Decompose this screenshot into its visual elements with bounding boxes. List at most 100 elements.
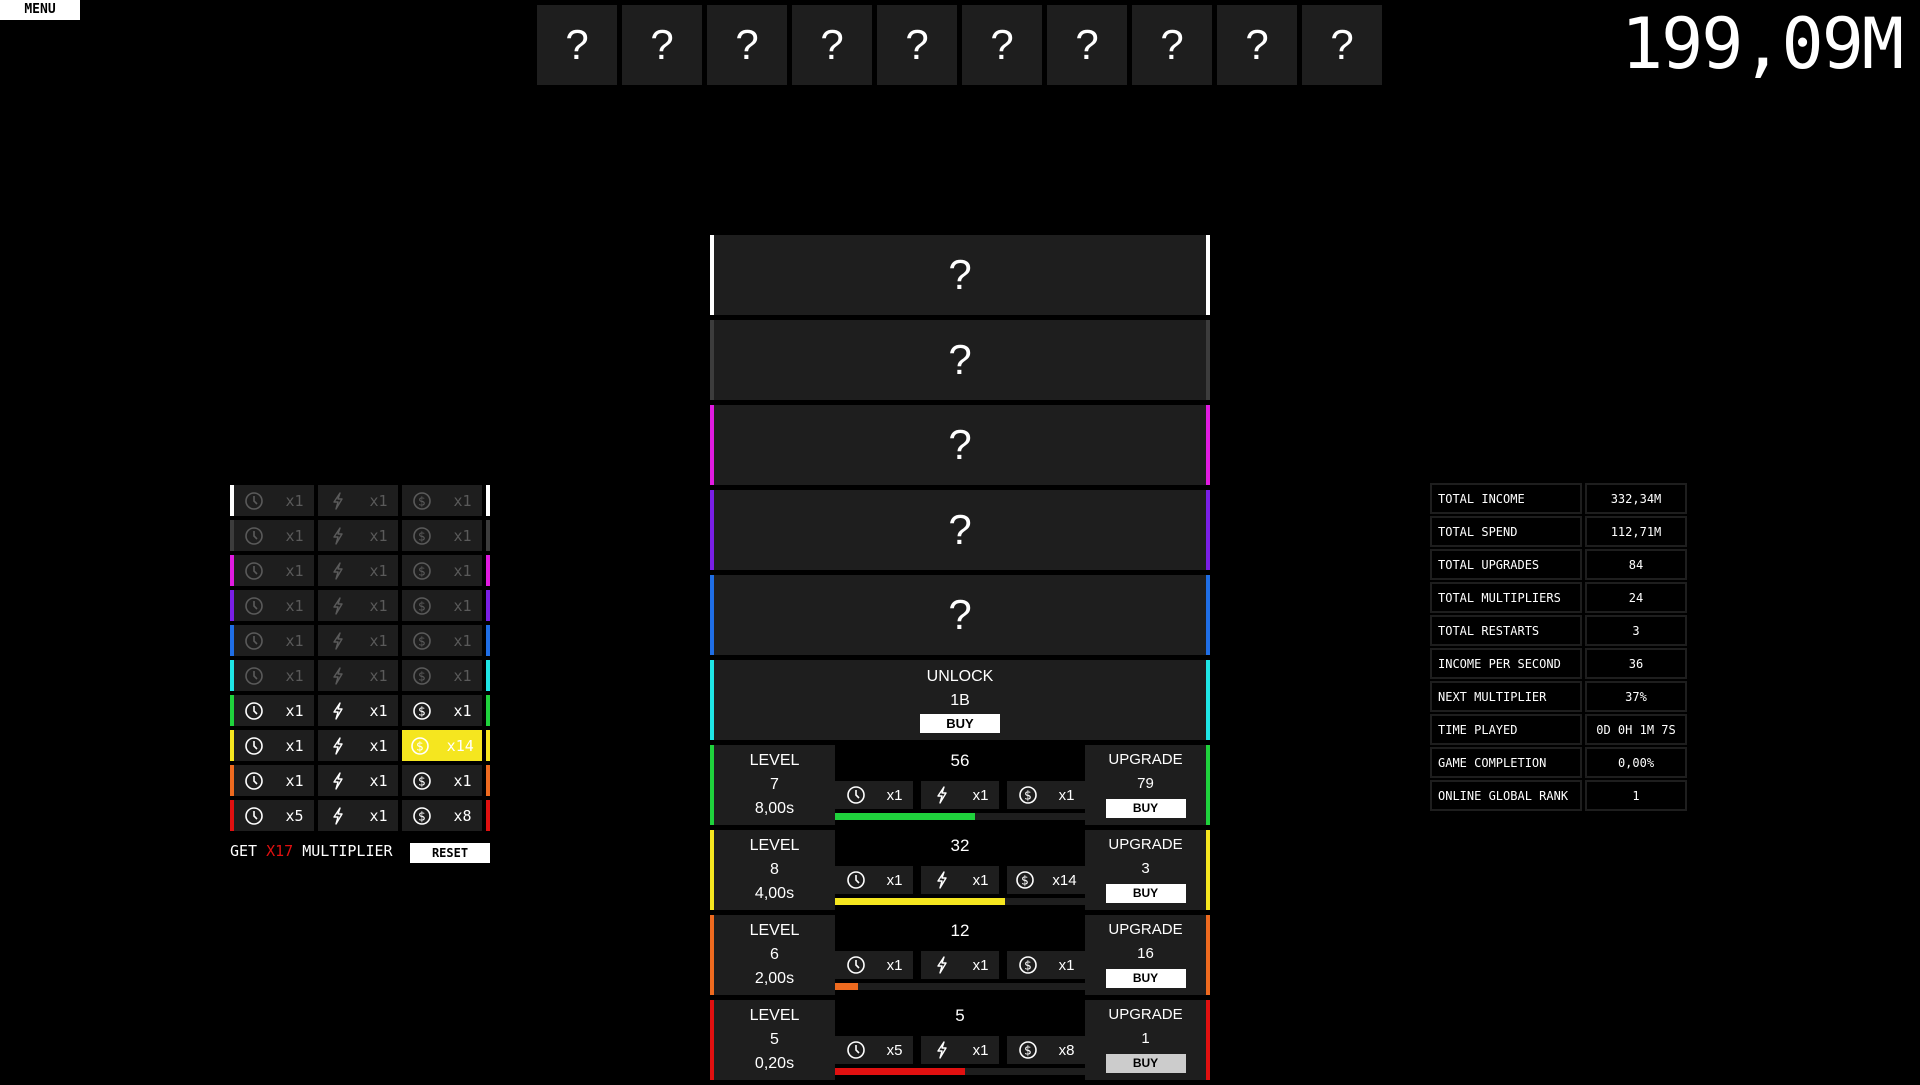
power-multiplier-cell[interactable]: x1 xyxy=(318,695,398,726)
speed-multiplier-cell[interactable]: x1 xyxy=(234,485,314,516)
top-slot[interactable]: ? xyxy=(962,5,1042,85)
multiplier-row-cells: x1 x1 $ x1 xyxy=(230,590,490,621)
power-multiplier-cell[interactable]: x1 xyxy=(318,660,398,691)
top-slot[interactable]: ? xyxy=(622,5,702,85)
power-multiplier-cell[interactable]: x1 xyxy=(318,555,398,586)
color-edge-right xyxy=(1206,490,1210,570)
multiplier-row-cells: x1 x1 $ x1 xyxy=(230,625,490,656)
color-edge-right xyxy=(1206,320,1210,400)
locked-generator[interactable]: ? xyxy=(710,320,1210,400)
lightning-icon xyxy=(328,491,348,511)
speed-multiplier-cell[interactable]: x1 xyxy=(234,590,314,621)
color-edge-left xyxy=(710,490,714,570)
reset-button[interactable]: RESET xyxy=(410,843,490,863)
power-multiplier-cell[interactable]: x1 xyxy=(318,765,398,796)
coin-icon: $ xyxy=(1015,870,1035,890)
stat-label: TOTAL MULTIPLIERS xyxy=(1430,582,1582,613)
top-slot[interactable]: ? xyxy=(537,5,617,85)
color-edge-left xyxy=(230,485,234,516)
locked-generator[interactable]: ? xyxy=(710,405,1210,485)
top-slot[interactable]: ? xyxy=(792,5,872,85)
money-multiplier-cell[interactable]: $ x1 xyxy=(402,555,482,586)
power-multiplier-value: x1 xyxy=(972,871,989,889)
coin-icon: $ xyxy=(412,596,432,616)
upgrade-buy-button[interactable]: BUY xyxy=(1105,1054,1186,1073)
money-multiplier: $ x1 xyxy=(1007,781,1085,809)
speed-multiplier-cell[interactable]: x1 xyxy=(234,695,314,726)
speed-multiplier-cell[interactable]: x1 xyxy=(234,555,314,586)
generator-row: LEVEL 6 2,00s 12 x1 x1 $ x1 UPGRADE 16 BUY xyxy=(710,915,1210,995)
generator-row: LEVEL 5 0,20s 5 x5 x1 $ x8 UPGRADE 1 BUY xyxy=(710,1000,1210,1080)
power-multiplier-cell[interactable]: x1 xyxy=(318,590,398,621)
money-multiplier-cell[interactable]: $ x1 xyxy=(402,485,482,516)
top-slot[interactable]: ? xyxy=(1132,5,1212,85)
money-multiplier-cell[interactable]: $ x14 xyxy=(402,730,482,761)
money-multiplier-cell[interactable]: $ x1 xyxy=(402,590,482,621)
money-multiplier-cell[interactable]: $ x1 xyxy=(402,695,482,726)
upgrade-buy-button[interactable]: BUY xyxy=(1105,884,1186,903)
stat-value: 332,34M xyxy=(1585,483,1687,514)
power-multiplier-cell[interactable]: x1 xyxy=(318,800,398,831)
money-multiplier-cell[interactable]: $ x1 xyxy=(402,765,482,796)
money-multiplier-value: x14 xyxy=(1052,871,1077,889)
power-multiplier-cell[interactable]: x1 xyxy=(318,520,398,551)
locked-generator[interactable]: ? xyxy=(710,575,1210,655)
money-multiplier-cell[interactable]: $ x1 xyxy=(402,625,482,656)
power-multiplier-cell[interactable]: x1 xyxy=(318,730,398,761)
money-multiplier-value: x1 xyxy=(453,596,472,615)
menu-button[interactable]: MENU xyxy=(0,0,80,20)
color-edge-right xyxy=(486,625,490,656)
top-slot[interactable]: ? xyxy=(1302,5,1382,85)
unlock-buy-button[interactable]: BUY xyxy=(920,714,1000,733)
speed-multiplier-cell[interactable]: x1 xyxy=(234,765,314,796)
locked-generator[interactable]: ? xyxy=(710,235,1210,315)
locked-generator[interactable]: ? xyxy=(710,490,1210,570)
top-slot[interactable]: ? xyxy=(707,5,787,85)
top-slot[interactable]: ? xyxy=(1217,5,1297,85)
color-edge-left xyxy=(230,555,234,586)
color-edge-left xyxy=(230,695,234,726)
locked-label: ? xyxy=(948,421,972,468)
lightning-icon xyxy=(932,785,952,805)
speed-multiplier-cell[interactable]: x1 xyxy=(234,520,314,551)
multiplier-row-cells: x1 x1 $ x1 xyxy=(230,555,490,586)
money-multiplier-cell[interactable]: $ x8 xyxy=(402,800,482,831)
clock-icon xyxy=(244,806,264,826)
stat-row: ONLINE GLOBAL RANK 1 xyxy=(1430,780,1687,811)
speed-multiplier-value: x1 xyxy=(285,631,304,650)
level-value: 7 xyxy=(770,776,779,793)
multiplier-row: x1 x1 $ x1 xyxy=(230,520,490,551)
lightning-icon xyxy=(328,666,348,686)
progress-bar xyxy=(835,983,1085,990)
color-edge-right xyxy=(1206,1000,1210,1080)
speed-multiplier-cell[interactable]: x1 xyxy=(234,730,314,761)
svg-text:$: $ xyxy=(416,739,424,753)
speed-multiplier-cell[interactable]: x5 xyxy=(234,800,314,831)
coin-icon: $ xyxy=(412,701,432,721)
power-multiplier-cell[interactable]: x1 xyxy=(318,485,398,516)
money-multiplier-cell[interactable]: $ x1 xyxy=(402,660,482,691)
upgrade-buy-button[interactable]: BUY xyxy=(1105,969,1186,988)
coin-icon: $ xyxy=(410,736,430,756)
speed-multiplier-cell[interactable]: x1 xyxy=(234,625,314,656)
lightning-icon xyxy=(328,596,348,616)
locked-label: ? xyxy=(948,251,972,298)
color-edge-right xyxy=(486,485,490,516)
color-edge-right xyxy=(486,660,490,691)
color-edge-left xyxy=(230,625,234,656)
top-slot[interactable]: ? xyxy=(1047,5,1127,85)
locked-label: ? xyxy=(948,591,972,638)
upgrade-buy-button[interactable]: BUY xyxy=(1105,799,1186,818)
power-multiplier-cell[interactable]: x1 xyxy=(318,625,398,656)
top-slot[interactable]: ? xyxy=(877,5,957,85)
money-multiplier-cell[interactable]: $ x1 xyxy=(402,520,482,551)
svg-text:$: $ xyxy=(419,599,427,613)
speed-multiplier-cell[interactable]: x1 xyxy=(234,660,314,691)
generator-row: LEVEL 7 8,00s 56 x1 x1 $ x1 UPGRADE 79 BUY xyxy=(710,745,1210,825)
progress-fill xyxy=(835,983,858,990)
stat-row: TIME PLAYED 0D 0H 1M 7S xyxy=(1430,714,1687,745)
stat-value: 24 xyxy=(1585,582,1687,613)
level-label: LEVEL xyxy=(749,837,800,854)
clock-icon xyxy=(244,596,264,616)
stat-label: ONLINE GLOBAL RANK xyxy=(1430,780,1582,811)
